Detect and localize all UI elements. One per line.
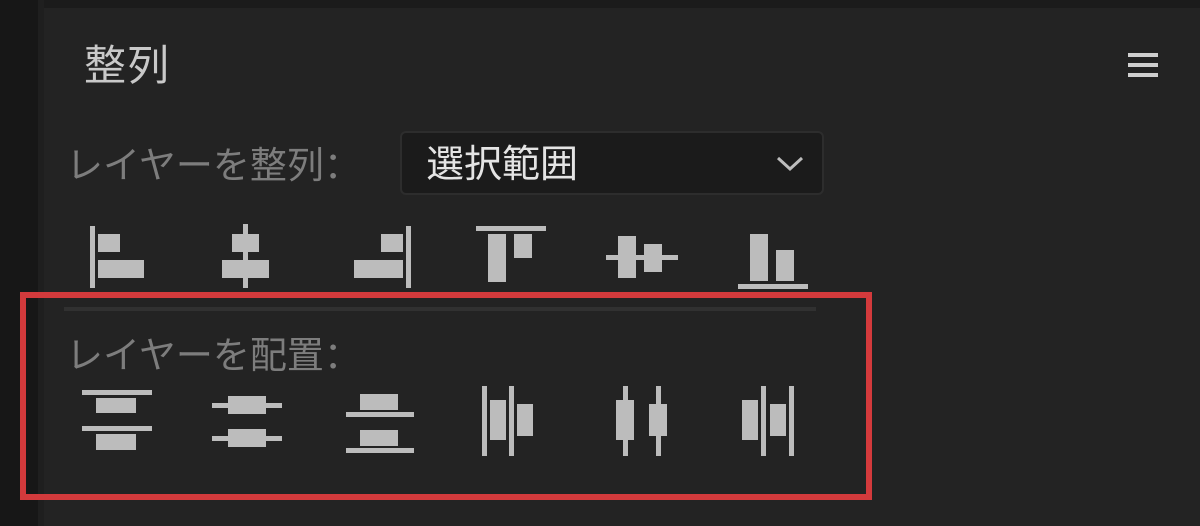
- align-left-edges-icon[interactable]: [76, 220, 156, 300]
- align-to-selected-value: 選択範囲: [426, 142, 579, 186]
- panel-title: 整列: [84, 41, 171, 90]
- distribute-left-edges-icon[interactable]: [472, 384, 552, 464]
- align-right-edges-icon[interactable]: [346, 220, 426, 300]
- align-top-edges-icon[interactable]: [474, 220, 554, 300]
- distribute-bottom-edges-icon[interactable]: [340, 384, 420, 464]
- distribute-vertical-centers-icon[interactable]: [208, 384, 288, 464]
- distribute-top-edges-icon[interactable]: [78, 384, 158, 464]
- chevron-down-icon: [774, 151, 806, 175]
- align-layers-label: レイヤーを整列：: [66, 144, 361, 187]
- window-top-edge: [0, 0, 1200, 8]
- align-bottom-edges-icon[interactable]: [734, 220, 814, 300]
- align-horizontal-centers-icon[interactable]: [206, 220, 286, 300]
- align-vertical-centers-icon[interactable]: [602, 220, 682, 300]
- hamburger-menu-icon[interactable]: [1124, 48, 1164, 88]
- distribute-right-edges-icon[interactable]: [734, 384, 814, 464]
- left-dock-bar: [0, 0, 38, 526]
- distribute-layers-label: レイヤーを配置：: [66, 334, 361, 377]
- section-divider: [64, 307, 816, 311]
- align-to-dropdown[interactable]: 選択範囲: [400, 131, 824, 195]
- distribute-horizontal-centers-icon[interactable]: [604, 384, 684, 464]
